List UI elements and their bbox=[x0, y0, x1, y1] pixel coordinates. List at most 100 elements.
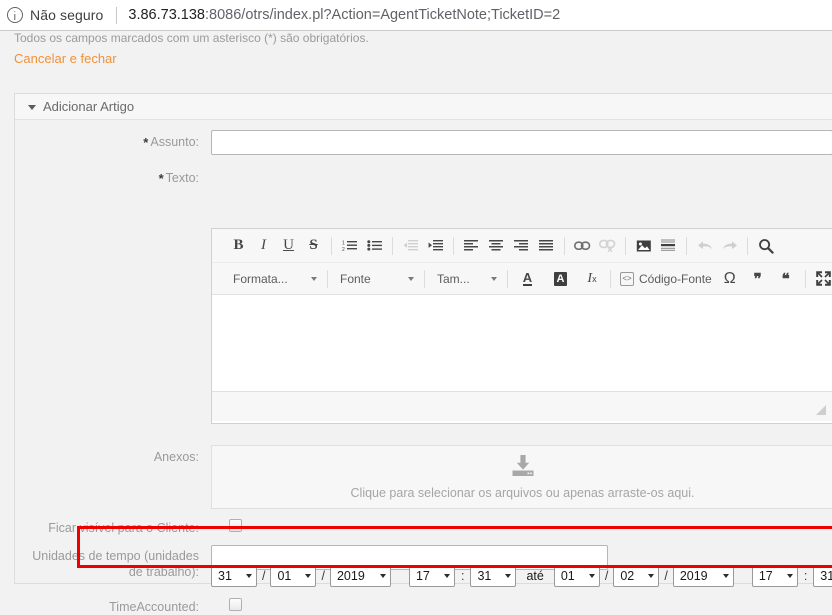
align-left-icon[interactable] bbox=[459, 234, 484, 257]
start-year-select[interactable]: 2019 bbox=[329, 564, 391, 587]
end-hour-select[interactable]: 17 bbox=[751, 564, 798, 587]
link-icon[interactable] bbox=[570, 234, 595, 257]
page-content: Todos os campos marcados com um asterisc… bbox=[0, 31, 832, 614]
security-status-label: Não seguro bbox=[30, 7, 104, 23]
widget-body: * Assunto: * Texto: B I U S 1 2 Formata.… bbox=[15, 120, 832, 614]
url-path: :8086/otrs/index.pl?Action=AgentTicketNo… bbox=[205, 7, 561, 23]
toolbar-separator bbox=[453, 236, 454, 255]
end-year-value: 2019 bbox=[679, 568, 708, 583]
toolbar-separator bbox=[507, 269, 508, 288]
cancel-and-close-link[interactable]: Cancelar e fechar bbox=[14, 51, 117, 66]
start-month-select[interactable]: 01 bbox=[270, 564, 317, 587]
blockquote-close-icon[interactable]: ❝ bbox=[772, 267, 800, 290]
time-accounted-label: TimeAccounted: bbox=[109, 600, 199, 614]
chevron-down-icon bbox=[722, 573, 729, 578]
chevron-down-icon bbox=[786, 573, 793, 578]
date-separator: / bbox=[262, 568, 266, 583]
toolbar-separator bbox=[331, 236, 332, 255]
chevron-down-icon[interactable] bbox=[28, 104, 36, 110]
redo-icon[interactable] bbox=[717, 234, 742, 257]
text-color-letter: A bbox=[522, 270, 533, 286]
editor-content-area[interactable] bbox=[212, 295, 832, 391]
subject-label-text: Assunto: bbox=[150, 135, 199, 149]
strikethrough-icon[interactable]: S bbox=[301, 234, 326, 257]
bold-icon[interactable]: B bbox=[226, 234, 251, 257]
chevron-down-icon bbox=[246, 573, 252, 578]
chevron-down-icon bbox=[311, 276, 317, 281]
visible-to-customer-checkbox[interactable] bbox=[229, 519, 242, 532]
time-accounted-checkbox[interactable] bbox=[229, 598, 242, 611]
toolbar-separator bbox=[392, 236, 393, 255]
date-separator: / bbox=[604, 568, 609, 583]
bulleted-list-icon[interactable] bbox=[362, 234, 387, 257]
text-label: * Texto: bbox=[15, 170, 199, 187]
visible-to-customer-label: Ficar visível para o Cliente: bbox=[48, 521, 199, 535]
attachment-dropzone[interactable]: Clique para selecionar os arquivos ou ap… bbox=[211, 445, 832, 509]
increase-indent-icon[interactable] bbox=[423, 234, 448, 257]
search-icon[interactable] bbox=[753, 234, 778, 257]
source-code-button[interactable]: <> Código-Fonte bbox=[616, 271, 716, 286]
align-justify-icon[interactable] bbox=[534, 234, 559, 257]
font-family-select[interactable]: Fonte bbox=[333, 268, 419, 290]
horizontal-rule-icon[interactable] bbox=[656, 234, 681, 257]
widget-header[interactable]: Adicionar Artigo bbox=[15, 94, 832, 120]
remove-format-icon[interactable]: Ix bbox=[579, 267, 605, 290]
chevron-down-icon bbox=[588, 573, 595, 578]
start-minute-select[interactable]: 31 bbox=[470, 564, 517, 587]
resize-grip-icon[interactable] bbox=[816, 405, 826, 415]
blockquote-open-icon[interactable]: ❞ bbox=[744, 267, 772, 290]
range-separator-label: até bbox=[526, 568, 544, 583]
info-circle-icon[interactable] bbox=[7, 7, 23, 23]
url-text[interactable]: 3.86.73.138:8086/otrs/index.pl?Action=Ag… bbox=[128, 7, 560, 23]
toolbar-separator bbox=[327, 269, 328, 288]
subject-input[interactable] bbox=[211, 130, 832, 155]
editor-toolbar-row-2: Formata... Fonte Tam... A A I x <> Códig… bbox=[212, 262, 832, 294]
browser-url-bar[interactable]: Não seguro 3.86.73.138:8086/otrs/index.p… bbox=[0, 0, 832, 31]
end-month-select[interactable]: 02 bbox=[613, 564, 660, 587]
text-color-icon[interactable]: A bbox=[513, 267, 545, 290]
toolbar-separator bbox=[610, 269, 611, 288]
image-icon[interactable] bbox=[631, 234, 656, 257]
dropzone-text: Clique para selecionar os arquivos ou ap… bbox=[350, 485, 695, 500]
end-minute-value: 31 bbox=[820, 568, 832, 583]
widget-title: Adicionar Artigo bbox=[43, 99, 135, 114]
background-color-icon[interactable]: A bbox=[545, 267, 579, 290]
unlink-icon[interactable] bbox=[595, 234, 620, 257]
end-year-select[interactable]: 2019 bbox=[672, 564, 734, 587]
align-right-icon[interactable] bbox=[509, 234, 534, 257]
start-year-value: 2019 bbox=[336, 568, 365, 583]
toolbar-separator bbox=[625, 236, 626, 255]
start-day-value: 31 bbox=[218, 568, 232, 583]
date-separator: / bbox=[321, 568, 325, 583]
align-center-icon[interactable] bbox=[484, 234, 509, 257]
time-units-label-line2: de trabalho): bbox=[128, 565, 199, 579]
chevron-down-icon bbox=[408, 276, 414, 281]
numbered-list-icon[interactable]: 1 2 bbox=[337, 234, 362, 257]
rich-text-editor[interactable]: B I U S 1 2 Formata... Fonte Tam... A A … bbox=[211, 228, 832, 424]
toolbar-separator bbox=[804, 269, 806, 288]
toolbar-separator bbox=[424, 269, 425, 288]
time-separator: : bbox=[803, 568, 808, 583]
url-host: 3.86.73.138 bbox=[128, 7, 205, 23]
svg-text:1: 1 bbox=[342, 241, 345, 247]
source-code-icon: <> bbox=[620, 271, 634, 286]
maximize-icon[interactable] bbox=[811, 267, 832, 290]
text-label-text: Texto: bbox=[165, 171, 199, 185]
toolbar-separator bbox=[686, 236, 687, 255]
italic-icon[interactable]: I bbox=[251, 234, 276, 257]
decrease-indent-icon[interactable] bbox=[398, 234, 423, 257]
toolbar-separator bbox=[564, 236, 565, 255]
end-day-select[interactable]: 01 bbox=[553, 564, 600, 587]
end-day-value: 01 bbox=[560, 568, 575, 583]
start-hour-select[interactable]: 17 bbox=[408, 564, 455, 587]
end-minute-select[interactable]: 31 bbox=[813, 564, 832, 587]
special-character-icon[interactable]: Ω bbox=[716, 267, 744, 290]
undo-icon[interactable] bbox=[692, 234, 717, 257]
paragraph-format-select[interactable]: Formata... bbox=[226, 268, 322, 290]
start-day-select[interactable]: 31 bbox=[211, 564, 257, 587]
subject-label: * Assunto: bbox=[15, 134, 199, 151]
mandatory-fields-note: Todos os campos marcados com um asterisc… bbox=[14, 31, 369, 45]
chevron-down-icon bbox=[379, 573, 386, 578]
font-size-select[interactable]: Tam... bbox=[430, 268, 502, 290]
underline-icon[interactable]: U bbox=[276, 234, 301, 257]
